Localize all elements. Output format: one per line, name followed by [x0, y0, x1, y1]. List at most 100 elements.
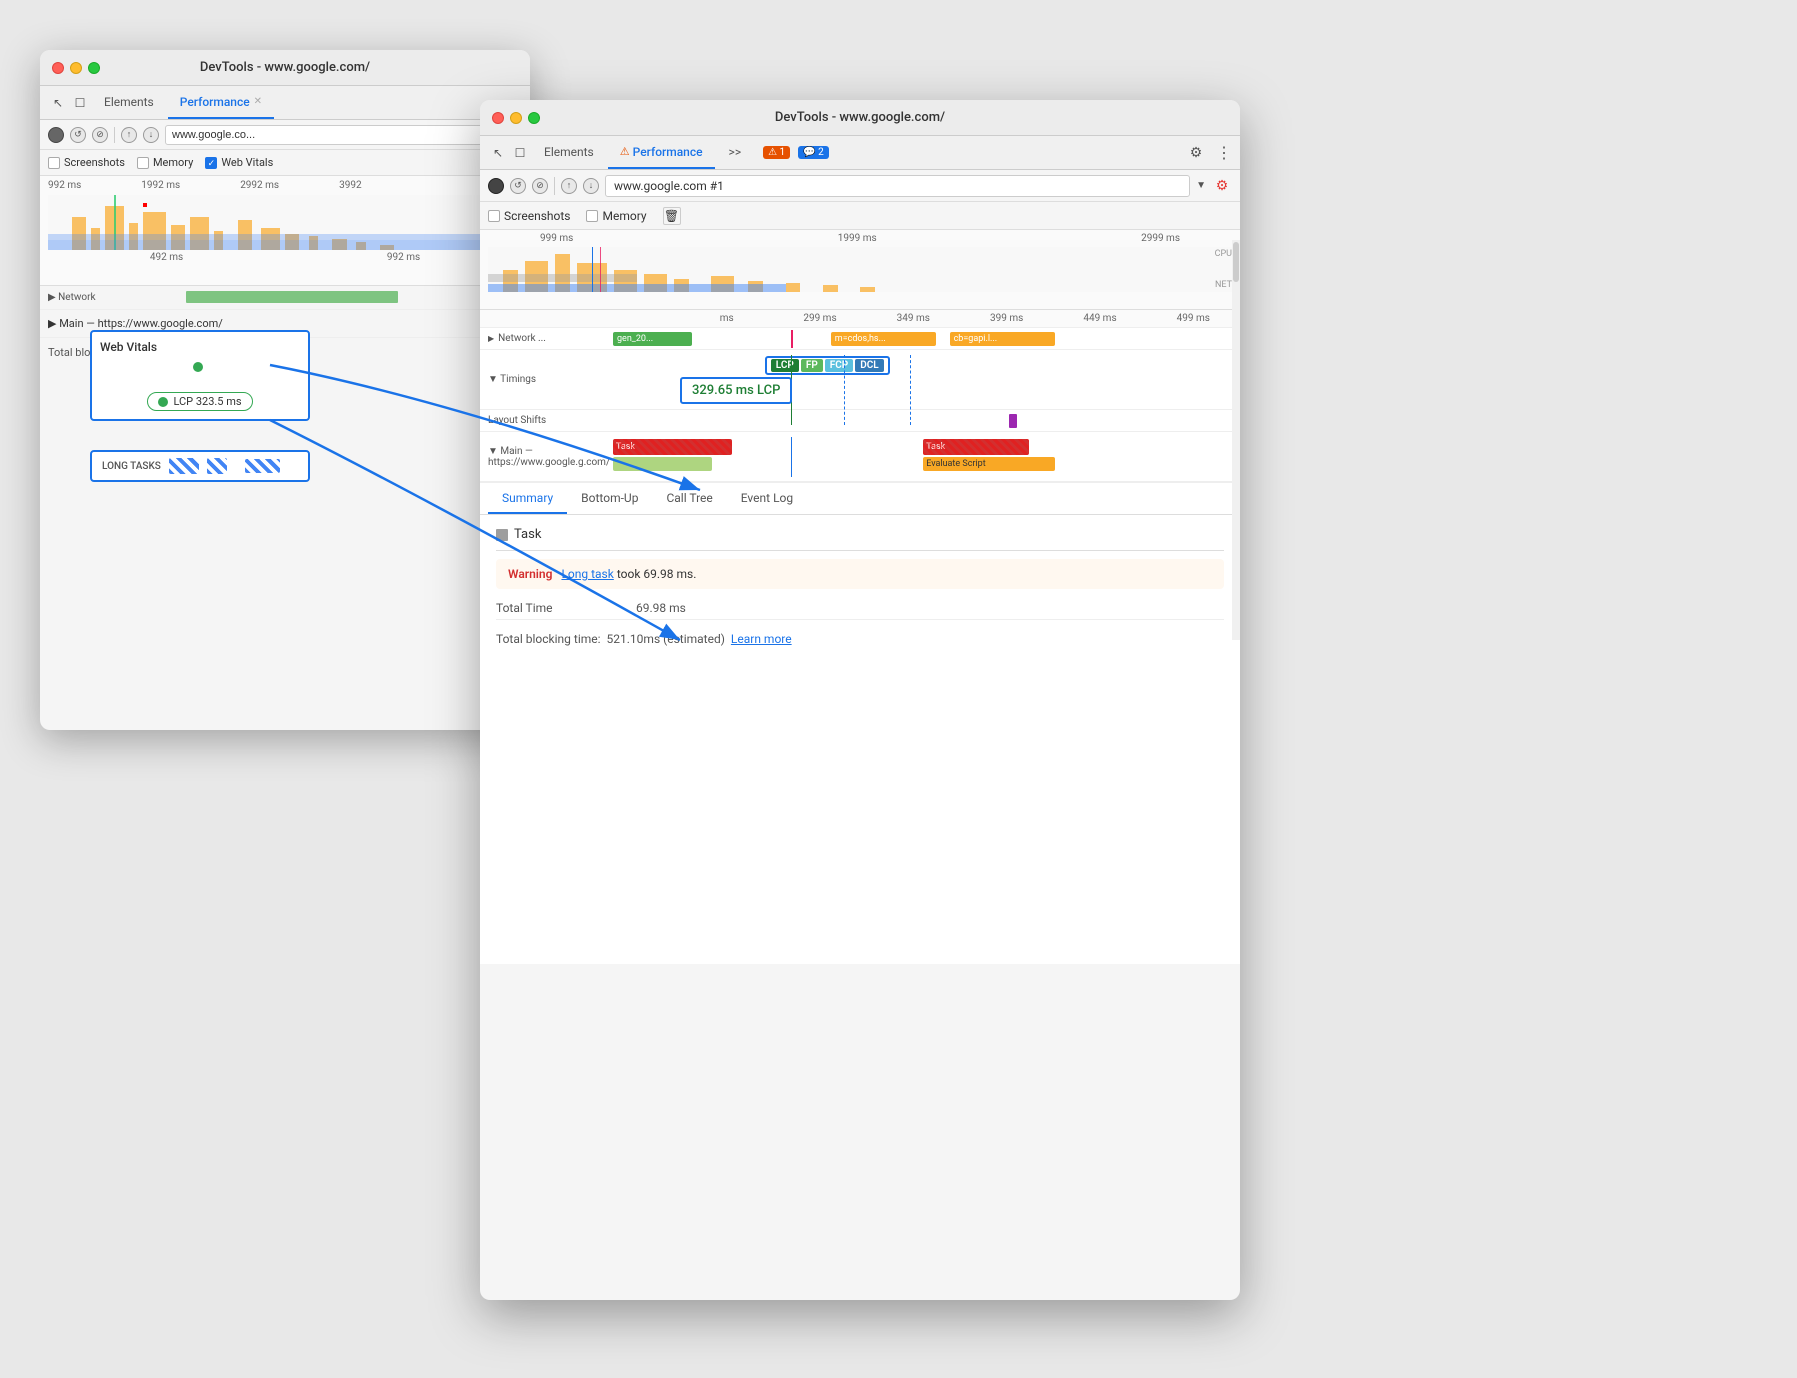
download-button-front[interactable]: ↓: [583, 178, 599, 194]
front-devtools-tabs: ↖ ☐ Elements ⚠ Performance >> ⚠ 1 💬 2 ⚙ …: [480, 136, 1240, 170]
tab-elements-back[interactable]: Elements: [92, 86, 166, 119]
timings-track-front[interactable]: ▼ Timings LCP FP FCP DCL 329.65 ms LCP: [480, 350, 1240, 410]
back-timeline-overview: 992 ms 1992 ms 2992 ms 3992: [40, 176, 530, 286]
reload-button-front[interactable]: ↺: [510, 178, 526, 194]
triangle-icon: ▶: [488, 334, 494, 343]
timings-track-label: ▼ Timings: [480, 372, 580, 387]
tab-summary[interactable]: Summary: [488, 483, 567, 514]
upload-button-back[interactable]: ↑: [121, 127, 137, 143]
total-time-value: 69.98 ms: [636, 601, 686, 615]
back-timestamps: 992 ms 1992 ms 2992 ms 3992: [40, 176, 530, 195]
fcp-badge: FCP: [825, 359, 853, 372]
settings-icon-front[interactable]: ⚙: [1186, 143, 1206, 163]
download-button-back[interactable]: ↓: [143, 127, 159, 143]
panel-extra: [480, 664, 1240, 964]
total-blocking-value: 521.10ms (estimated): [607, 632, 725, 646]
task-color-indicator: [496, 529, 508, 541]
back-titlebar: DevTools - www.google.com/: [40, 50, 530, 86]
traffic-lights-back: [52, 62, 100, 74]
screenshots-checkbox-back[interactable]: Screenshots: [48, 156, 125, 169]
main-row-label-back: ▶ Main — https://www.google.com/: [48, 317, 223, 330]
total-blocking-label: Total blocking time:: [496, 632, 601, 646]
url-input-back[interactable]: [165, 125, 522, 145]
network-track-label-back: ▶ Network: [48, 292, 168, 303]
timings-content: LCP FP FCP DCL 329.65 ms LCP: [580, 355, 1240, 405]
reload-button-back[interactable]: ↺: [70, 127, 86, 143]
url-bar-front[interactable]: www.google.com #1: [605, 175, 1190, 197]
memory-checkbox-back[interactable]: Memory: [137, 156, 193, 169]
layout-shift-dot: [1009, 414, 1017, 428]
badge-group: ⚠ 1 💬 2: [759, 146, 829, 159]
fp-badge: FP: [801, 359, 823, 372]
summary-panel: Task Warning Long task took 69.98 ms. To…: [480, 515, 1240, 664]
warning-row: Warning Long task took 69.98 ms.: [496, 559, 1224, 589]
close-button-front[interactable]: [492, 112, 504, 124]
webvitals-checkbox-back[interactable]: ✓ Web Vitals: [205, 156, 273, 169]
front-titlebar: DevTools - www.google.com/: [480, 100, 1240, 136]
cursor-icon[interactable]: ↖: [48, 93, 68, 113]
cursor-icon-front[interactable]: ↖: [488, 143, 508, 163]
front-checkboxes: Screenshots Memory 🗑: [480, 202, 1240, 230]
settings-icon-toolbar[interactable]: ⚙: [1212, 176, 1232, 196]
record-button-front[interactable]: [488, 178, 504, 194]
maximize-button-back[interactable]: [88, 62, 100, 74]
evaluate-script-bar[interactable]: Evaluate Script: [923, 457, 1055, 471]
webvitals-cb-box-back: ✓: [205, 157, 217, 169]
separator-front: [554, 177, 555, 195]
hatched-block-2: [207, 458, 227, 474]
lcp-dot-top: [193, 362, 203, 372]
screenshots-checkbox-front[interactable]: Screenshots: [488, 209, 570, 223]
tab-performance-front[interactable]: ⚠ Performance: [608, 136, 715, 169]
dropdown-arrow[interactable]: ▼: [1196, 180, 1206, 191]
warning-took-text: took 69.98 ms.: [617, 567, 697, 581]
back-devtools-tabs: ↖ ☐ Elements Performance ✕: [40, 86, 530, 120]
front-scrollbar[interactable]: [1232, 240, 1240, 640]
evaluate-script-label: Evaluate Script: [926, 459, 985, 469]
warning-label: Warning: [508, 567, 552, 581]
hatched-block-1: [169, 458, 199, 474]
tab-elements-front[interactable]: Elements: [532, 136, 606, 169]
lcp-dot-badge: [158, 397, 168, 407]
total-time-label: Total Time: [496, 601, 636, 615]
more-icon-front[interactable]: ⋮: [1216, 143, 1232, 162]
delete-button-front[interactable]: 🗑: [663, 207, 681, 225]
tab-close-back[interactable]: ✕: [254, 96, 262, 107]
tab-call-tree[interactable]: Call Tree: [652, 483, 726, 514]
warning-badge[interactable]: ⚠ 1: [763, 146, 790, 159]
network-track-content-back: [168, 289, 522, 307]
comment-badge[interactable]: 💬 2: [798, 146, 829, 159]
back-timestamps2: 492 ms 992 ms: [40, 250, 530, 265]
close-button-back[interactable]: [52, 62, 64, 74]
main-content: Task Task Evaluate Script: [580, 437, 1240, 477]
memory-cb-box-back: [137, 157, 149, 169]
clear-button-front[interactable]: ⊘: [532, 178, 548, 194]
device-icon[interactable]: ☐: [70, 93, 90, 113]
long-task-link[interactable]: Long task: [561, 567, 613, 581]
lcp-tooltip: 329.65 ms LCP: [680, 377, 792, 404]
screenshots-cb-box-back: [48, 157, 60, 169]
minimize-button-front[interactable]: [510, 112, 522, 124]
main-track-front: ▼ Main — https://www.google.g.com/ Task …: [480, 432, 1240, 482]
network-content: gen_20... m=cdos,hs... cb=gapi.l...: [580, 330, 1240, 348]
tab-bottom-up[interactable]: Bottom-Up: [567, 483, 652, 514]
device-icon-front[interactable]: ☐: [510, 143, 530, 163]
minimize-button-back[interactable]: [70, 62, 82, 74]
total-blocking-row-front: Total blocking time: 521.10ms (estimated…: [496, 626, 1224, 652]
maximize-button-front[interactable]: [528, 112, 540, 124]
bottom-tabs: Summary Bottom-Up Call Tree Event Log: [480, 483, 1240, 515]
layout-shifts-track: Layout Shifts: [480, 410, 1240, 432]
record-button-back[interactable]: [48, 127, 64, 143]
memory-checkbox-front[interactable]: Memory: [586, 209, 646, 223]
vline-main: [791, 437, 792, 477]
tab-more-front[interactable]: >>: [717, 136, 754, 169]
upload-button-front[interactable]: ↑: [561, 178, 577, 194]
front-devtools-window: DevTools - www.google.com/ ↖ ☐ Elements …: [480, 100, 1240, 1300]
timings-badges-box: LCP FP FCP DCL: [765, 356, 890, 375]
network-pill-3: cb=gapi.l...: [950, 332, 1056, 346]
learn-more-link-front[interactable]: Learn more: [731, 632, 792, 646]
clear-button-back[interactable]: ⊘: [92, 127, 108, 143]
front-window-title: DevTools - www.google.com/: [775, 110, 945, 125]
tab-performance-back[interactable]: Performance ✕: [168, 86, 274, 119]
tab-event-log[interactable]: Event Log: [727, 483, 807, 514]
scrollbar-thumb[interactable]: [1233, 242, 1239, 282]
